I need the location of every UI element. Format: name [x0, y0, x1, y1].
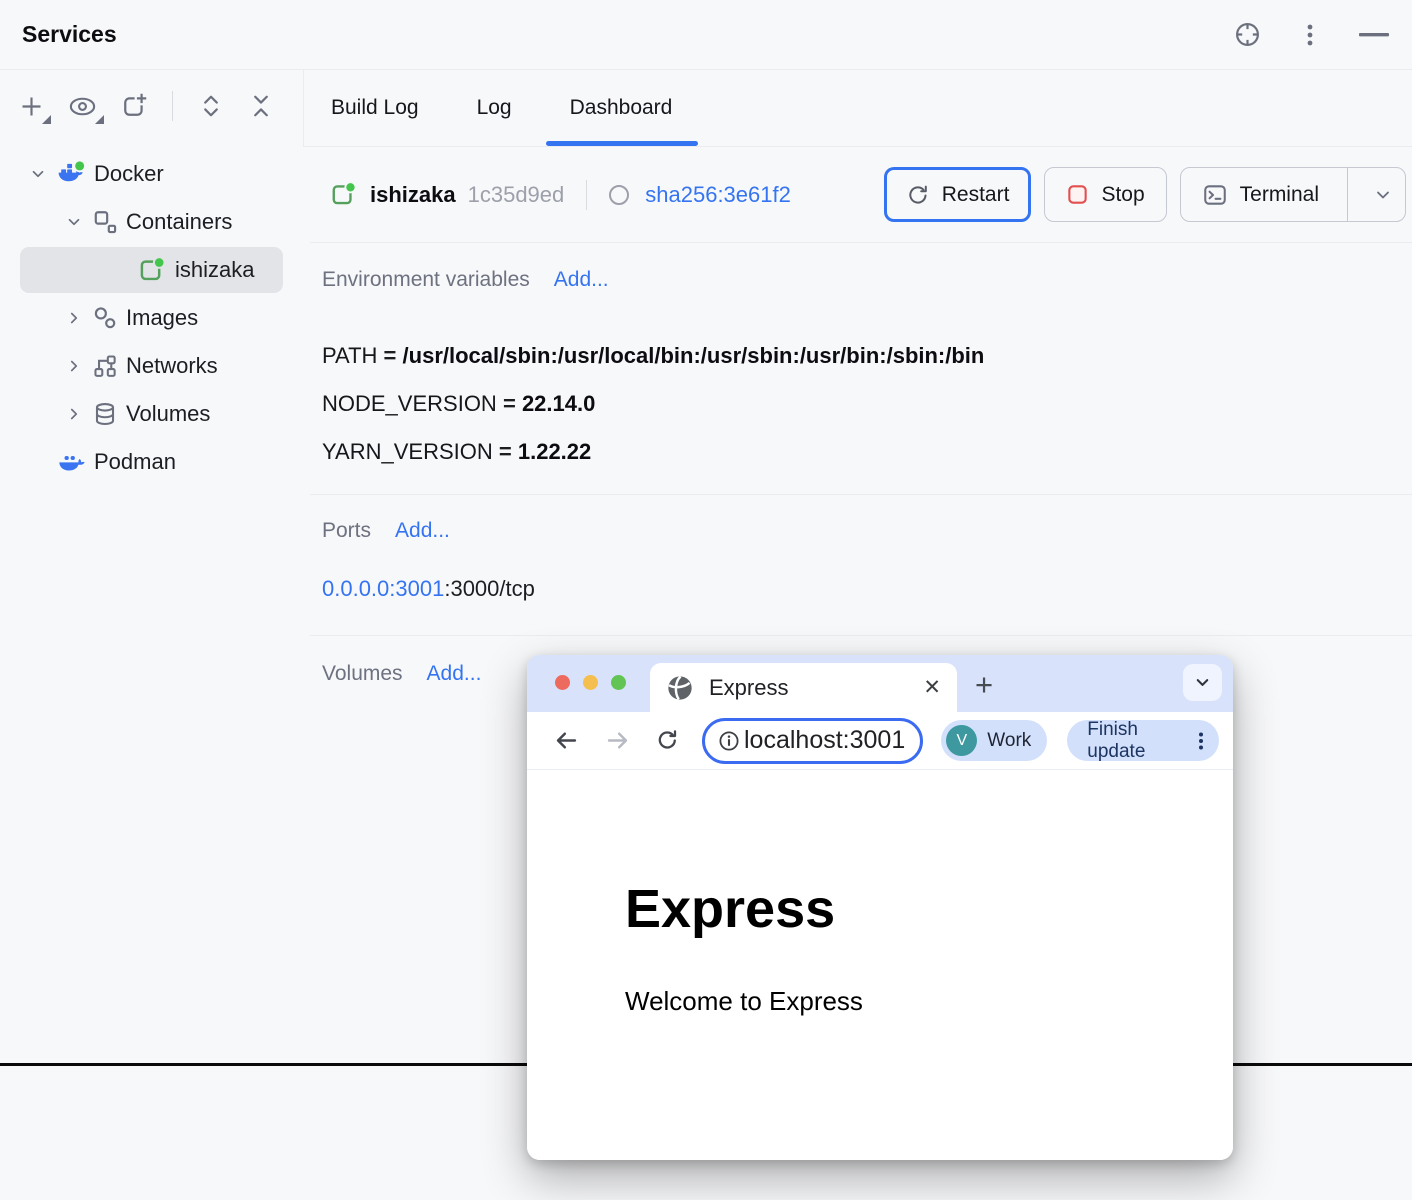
dashboard-content: Environment variables Add... PATH = /usr… — [303, 243, 1412, 686]
image-sha-link[interactable]: sha256:3e61f2 — [645, 182, 791, 208]
ports-add-link[interactable]: Add... — [395, 519, 450, 543]
env-var-row: PATH = /usr/local/sbin:/usr/local/bin:/u… — [322, 332, 1412, 380]
add-service-icon[interactable] — [18, 93, 45, 120]
kebab-menu-icon[interactable] — [1298, 21, 1322, 49]
expand-all-icon[interactable] — [197, 91, 225, 121]
back-icon[interactable] — [545, 727, 588, 754]
express-welcome-text: Welcome to Express — [625, 986, 1233, 1017]
container-short-id: 1c35d9ed — [468, 182, 565, 208]
minimize-icon[interactable] — [1358, 30, 1390, 40]
tab-close-icon[interactable]: ✕ — [923, 677, 941, 698]
close-window-button[interactable] — [555, 675, 570, 690]
section-divider — [310, 494, 1412, 495]
view-tabs: Build Log Log Dashboard — [303, 70, 1412, 147]
url-text[interactable]: localhost:3001 — [744, 726, 905, 755]
services-tree-pane: Docker Containers — [0, 70, 303, 1200]
env-var-row: YARN_VERSION = 1.22.22 — [322, 428, 1412, 476]
image-status-icon — [609, 185, 629, 205]
docker-whale-icon — [56, 160, 86, 188]
profile-chip[interactable]: V Work — [941, 720, 1047, 761]
podman-icon — [56, 449, 86, 475]
address-bar[interactable]: localhost:3001 — [702, 718, 923, 764]
browser-tabstrip: Express ✕ + — [527, 655, 1233, 712]
browser-page-express: Express Welcome to Express — [527, 770, 1233, 1160]
chevron-down-icon[interactable] — [1360, 185, 1405, 205]
container-green-icon — [138, 256, 167, 284]
tree-item-label: Containers — [126, 209, 232, 235]
ports-section-title: Ports — [322, 519, 371, 543]
zoom-window-button[interactable] — [611, 675, 626, 690]
port-binding-row: 0.0.0.0:3001 :3000/tcp — [322, 565, 1412, 613]
browser-tab-express[interactable]: Express ✕ — [650, 663, 957, 712]
reload-icon[interactable] — [647, 728, 688, 753]
tree-item-containers[interactable]: Containers — [0, 198, 303, 246]
minimize-window-button[interactable] — [583, 675, 598, 690]
tree-item-volumes[interactable]: Volumes — [0, 390, 303, 438]
globe-favicon — [666, 674, 694, 702]
tree-toolbar — [0, 70, 303, 142]
traffic-lights — [555, 675, 626, 690]
view-options-eye-icon[interactable] — [67, 93, 98, 120]
chevron-right-icon[interactable] — [64, 405, 84, 423]
new-tab-button[interactable]: + — [975, 667, 993, 703]
port-container-suffix: :3000/tcp — [444, 576, 535, 602]
toolbar-divider — [172, 91, 173, 121]
tree-item-label: ishizaka — [175, 257, 254, 283]
services-toolwindow-header: Services — [0, 0, 1412, 70]
tab-title: Express — [709, 675, 788, 701]
tree-item-images[interactable]: Images — [0, 294, 303, 342]
tree-item-label: Images — [126, 305, 198, 331]
env-var-list: PATH = /usr/local/sbin:/usr/local/bin:/u… — [322, 332, 1412, 476]
tree-item-networks[interactable]: Networks — [0, 342, 303, 390]
tree-item-label: Docker — [94, 161, 164, 187]
tab-log[interactable]: Log — [477, 70, 512, 146]
images-icon — [92, 305, 118, 331]
kebab-menu-icon[interactable] — [1193, 729, 1209, 753]
section-divider — [310, 635, 1412, 636]
env-add-link[interactable]: Add... — [554, 268, 609, 292]
stop-button[interactable]: Stop — [1044, 167, 1166, 222]
chevron-right-icon[interactable] — [64, 309, 84, 327]
browser-toolbar: localhost:3001 V Work Finish update — [527, 712, 1233, 770]
container-green-icon — [330, 181, 358, 208]
open-in-new-tab-icon[interactable] — [120, 92, 148, 120]
chevron-down-icon[interactable] — [28, 165, 48, 183]
port-host-link[interactable]: 0.0.0.0:3001 — [322, 576, 444, 602]
restart-button[interactable]: Restart — [884, 167, 1032, 222]
services-tree: Docker Containers — [0, 142, 303, 486]
chevron-down-icon[interactable] — [64, 213, 84, 231]
page-title: Services — [22, 21, 117, 48]
tree-item-docker[interactable]: Docker — [0, 150, 303, 198]
env-var-row: NODE_VERSION = 22.14.0 — [322, 380, 1412, 428]
env-section-title: Environment variables — [322, 268, 530, 292]
tree-item-label: Podman — [94, 449, 176, 475]
container-header-bar: ishizaka 1c35d9ed sha256:3e61f2 Restart — [310, 147, 1412, 243]
container-name: ishizaka — [370, 182, 456, 208]
collapse-all-icon[interactable] — [247, 91, 275, 121]
tree-item-ishizaka[interactable]: ishizaka — [0, 246, 303, 294]
button-divider — [1347, 168, 1348, 221]
networks-icon — [92, 353, 118, 379]
profile-name: Work — [987, 730, 1031, 752]
volumes-add-link[interactable]: Add... — [427, 662, 482, 686]
header-divider — [586, 180, 587, 210]
volumes-section-title: Volumes — [322, 662, 403, 686]
containers-icon — [92, 209, 118, 235]
forward-icon[interactable] — [596, 727, 639, 754]
tab-build-log[interactable]: Build Log — [331, 70, 419, 146]
tab-search-chevron-icon[interactable] — [1183, 664, 1222, 701]
tree-item-label: Volumes — [126, 401, 210, 427]
terminal-button[interactable]: Terminal — [1180, 167, 1406, 222]
express-heading: Express — [625, 878, 1233, 940]
chevron-right-icon[interactable] — [64, 357, 84, 375]
tree-item-label: Networks — [126, 353, 218, 379]
tab-dashboard[interactable]: Dashboard — [570, 70, 673, 146]
browser-window[interactable]: Express ✕ + — [527, 655, 1233, 1160]
avatar: V — [946, 725, 977, 756]
finish-update-button[interactable]: Finish update — [1067, 720, 1219, 761]
info-icon[interactable] — [717, 729, 741, 753]
volumes-icon — [92, 401, 118, 427]
tree-item-podman[interactable]: Podman — [0, 438, 303, 486]
locate-target-icon[interactable] — [1233, 20, 1262, 49]
